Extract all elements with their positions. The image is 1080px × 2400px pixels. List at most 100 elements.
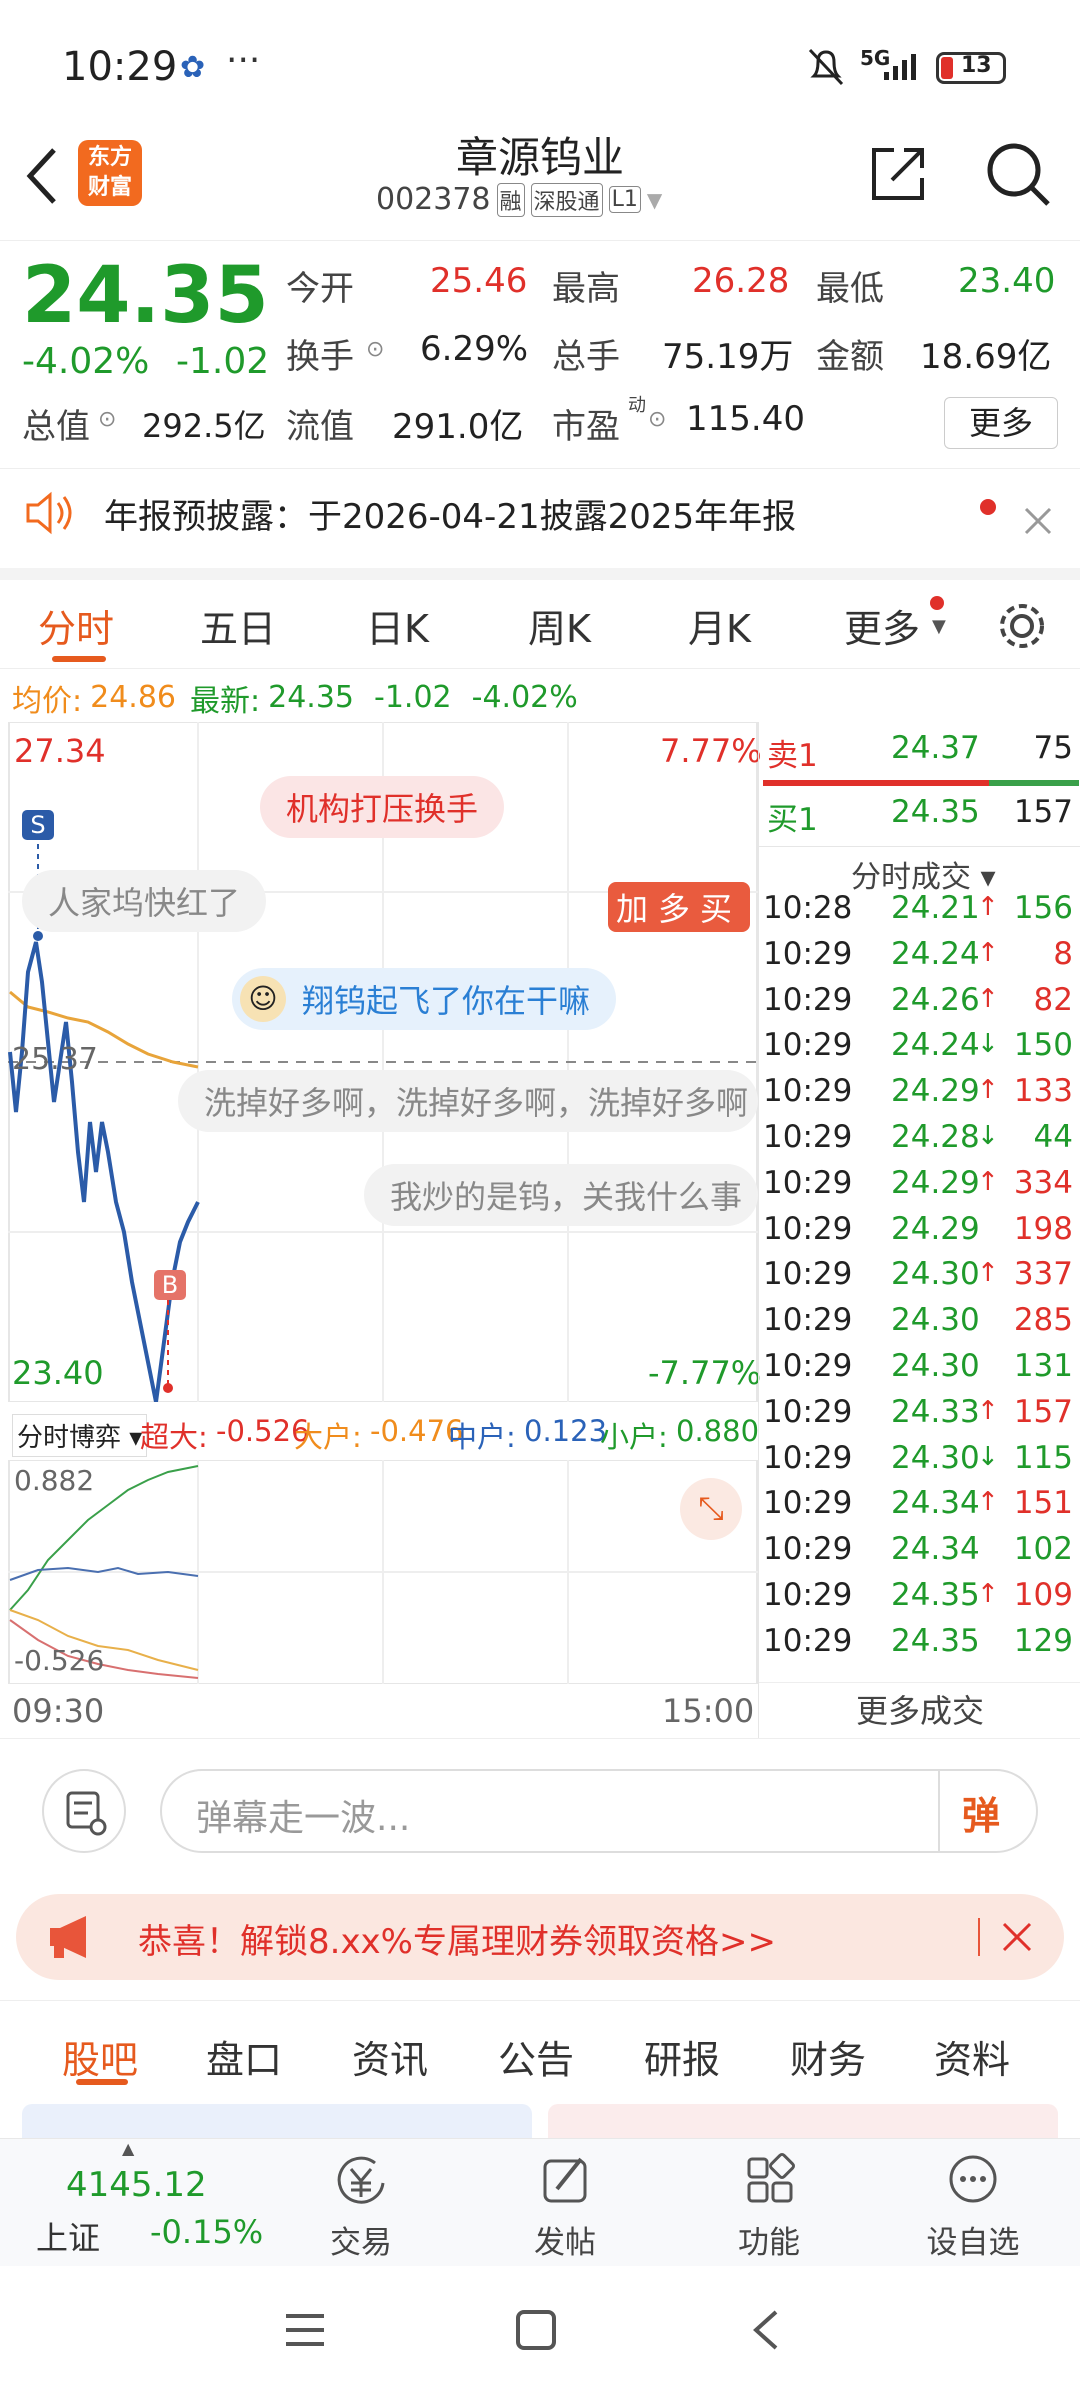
tab-orderbook[interactable]: 盘口 <box>206 2029 282 2084</box>
fund-selector[interactable]: 分时博弈 ▾ <box>12 1414 148 1457</box>
stat-volume-label: 总手 <box>552 337 620 377</box>
tab-daily-k[interactable]: 日K <box>366 598 429 653</box>
intraday-chart[interactable]: S B 27.34 7.77% 25.37 23.40 -7.77% 机构打压换… <box>8 722 762 1402</box>
tick-row: 10:29 24.24 ↓ 150 <box>763 1027 1079 1073</box>
stat-turnover-label: 换手 <box>286 337 354 377</box>
tab-announcements[interactable]: 公告 <box>498 2029 574 2084</box>
tick-price: 24.30 <box>891 1348 980 1384</box>
index-pct[interactable]: -0.15% <box>150 2213 263 2251</box>
stat-low-label: 最低 <box>816 269 884 309</box>
trade-side-panel: 卖1 24.37 75 买1 24.35 157 分时成交 ▾ 10:28 24.… <box>758 722 1080 1738</box>
info-icon[interactable]: ⊙ <box>648 407 666 432</box>
status-time: 10:29 <box>62 44 178 90</box>
tick-row: 10:29 24.33 ↑ 157 <box>763 1394 1079 1440</box>
fund-xl-label: 超大: <box>140 1420 208 1454</box>
tick-volume: 109 <box>1013 1577 1073 1613</box>
index-value[interactable]: 4145.12 <box>66 2165 207 2205</box>
signal-icon <box>884 54 916 80</box>
danmaku-bubble[interactable]: 机构打压换手 <box>260 776 505 838</box>
tab-forum[interactable]: 股吧 <box>62 2029 138 2084</box>
info-icon[interactable]: ⊙ <box>366 337 384 362</box>
nav-post-label: 发帖 <box>534 2225 596 2261</box>
back-icon[interactable] <box>748 2306 784 2354</box>
tick-row: 10:28 24.21 ↑ 156 <box>763 890 1079 936</box>
danmaku-send-button[interactable]: 弹 <box>962 1785 1000 1840</box>
tick-direction: ↑ <box>977 1395 999 1426</box>
sell-volume-bar <box>763 780 1079 786</box>
share-icon[interactable] <box>866 140 932 206</box>
tick-volume: 44 <box>1033 1119 1073 1155</box>
danmaku-buy-tag[interactable]: 加多买 <box>608 882 751 932</box>
info-icon[interactable]: ⊙ <box>98 407 116 432</box>
tab-weekly-k[interactable]: 周K <box>528 598 591 653</box>
tab-profile[interactable]: 资料 <box>934 2029 1010 2084</box>
danmaku-settings-icon[interactable] <box>42 1769 126 1853</box>
tick-row: 10:29 24.28 ↓ 44 <box>763 1119 1079 1165</box>
more-stats-button[interactable]: 更多 <box>944 397 1058 449</box>
tab-news[interactable]: 资讯 <box>352 2029 428 2084</box>
sell-marker[interactable]: S <box>22 810 54 840</box>
danmaku-bubble[interactable]: 翔钨起飞了你在干嘛 <box>232 968 617 1030</box>
tick-direction: ↑ <box>977 1579 999 1609</box>
tick-direction: ↑ <box>977 1166 999 1197</box>
status-bar: 10:29 ✿ ··· 5G 13 <box>0 0 1080 130</box>
expand-icon[interactable]: ⤡ <box>680 1478 742 1540</box>
stat-amount-label: 金额 <box>816 337 884 377</box>
tab-monthly-k[interactable]: 月K <box>688 598 751 653</box>
fund-s-value: 0.880 <box>676 1414 760 1448</box>
index-name[interactable]: 上证 <box>36 2213 100 2259</box>
forum-card-peek <box>22 2104 532 2138</box>
megaphone-icon <box>50 1916 86 1958</box>
danmaku-bubble[interactable]: 洗掉好多啊，洗掉好多啊，洗掉好多啊 <box>178 1070 758 1132</box>
stat-high-label: 最高 <box>552 269 620 309</box>
tick-row: 10:29 24.34 102 <box>763 1531 1079 1577</box>
menu-icon[interactable] <box>282 2310 328 2350</box>
more-dots-icon: ··· <box>226 40 261 81</box>
fund-canvas <box>8 1460 758 1684</box>
change-percent: -4.02% <box>22 341 150 382</box>
tab-research[interactable]: 研报 <box>644 2029 720 2084</box>
tick-direction: ↑ <box>977 1075 999 1106</box>
nav-post[interactable]: 发帖 <box>500 2153 630 2262</box>
close-icon[interactable] <box>1022 505 1054 537</box>
buy-marker[interactable]: B <box>154 1270 186 1300</box>
stat-float-value: 291.0亿 <box>392 407 524 447</box>
tick-time: 10:29 <box>763 1302 853 1339</box>
home-icon[interactable] <box>514 2308 558 2352</box>
danmaku-input[interactable]: 弹幕走一波... 弹 <box>160 1769 1038 1853</box>
change-amount: -1.02 <box>176 341 270 382</box>
header: 东方 财富 章源钨业 002378 融 深股通 L1 ▼ <box>0 130 1080 240</box>
tab-more[interactable]: 更多 <box>844 598 920 653</box>
nav-trade[interactable]: 交易 <box>296 2153 426 2262</box>
tick-volume: 337 <box>1013 1256 1073 1293</box>
tab-5day[interactable]: 五日 <box>200 598 276 653</box>
nav-functions[interactable]: 功能 <box>704 2153 834 2262</box>
tick-row: 10:29 24.24 ↑ 8 <box>763 936 1079 982</box>
more-ticks-button[interactable]: 更多成交 <box>759 1682 1080 1738</box>
close-icon[interactable] <box>1000 1920 1034 1954</box>
tick-row: 10:29 24.26 ↑ 82 <box>763 982 1079 1028</box>
stat-pe-sup: 动 <box>628 395 646 416</box>
danmaku-bubble[interactable]: 人家坞快红了 <box>22 870 267 932</box>
tick-time: 10:29 <box>763 1210 853 1247</box>
tick-volume: 285 <box>1013 1302 1073 1339</box>
stock-code-row[interactable]: 002378 融 深股通 L1 ▼ <box>376 182 662 217</box>
dropdown-icon: ▼ <box>932 616 946 637</box>
notice-bar[interactable]: 年报预披露：于2026-04-21披露2025年年报 <box>0 468 1080 568</box>
tab-intraday[interactable]: 分时 <box>38 598 114 653</box>
tick-price: 24.35 <box>891 1622 980 1659</box>
danmaku-bubble[interactable]: 我炒的是钨，关我什么事 <box>364 1164 758 1226</box>
promo-banner[interactable]: 恭喜！解锁8.xx%专属理财券领取资格>> <box>16 1894 1064 1980</box>
notice-text: 年报预披露：于2026-04-21披露2025年年报 <box>104 497 797 537</box>
more-circle-icon <box>949 2155 997 2203</box>
settings-gear-icon[interactable] <box>994 598 1050 654</box>
stat-turnover-value: 6.29% <box>420 329 529 369</box>
tick-price: 24.29 <box>891 1164 980 1201</box>
unread-dot <box>980 499 996 515</box>
fund-flow-chart[interactable]: 0.882 -0.526 ⤡ <box>8 1460 758 1684</box>
search-icon[interactable] <box>982 138 1054 210</box>
fund-m-label: 中户: <box>448 1420 516 1454</box>
tick-price: 24.26 <box>891 981 980 1018</box>
tab-finance[interactable]: 财务 <box>790 2029 866 2084</box>
nav-watchlist[interactable]: 设自选 <box>908 2153 1038 2262</box>
